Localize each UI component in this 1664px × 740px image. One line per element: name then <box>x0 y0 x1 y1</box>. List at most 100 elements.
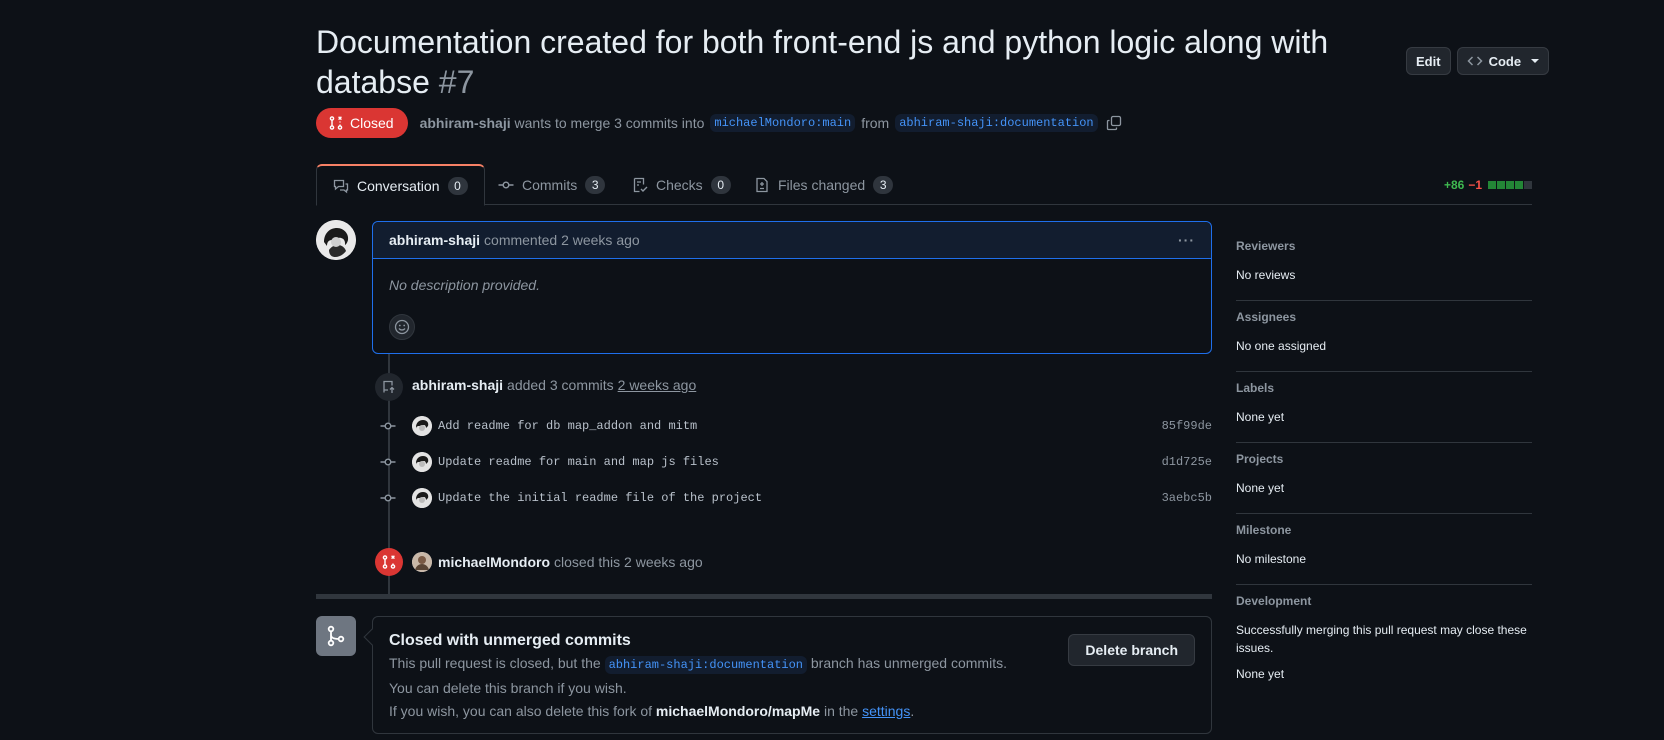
head-branch[interactable]: abhiram-shaji:documentation <box>895 114 1098 132</box>
tab-conversation[interactable]: Conversation 0 <box>316 164 485 206</box>
commit-row[interactable]: Add readme for db map_addon and mitm 85f… <box>378 414 1212 438</box>
sidebar-assignees: Assignees No one assigned <box>1236 301 1532 372</box>
sidebar-heading[interactable]: Projects <box>1236 452 1532 466</box>
sidebar-heading[interactable]: Reviewers <box>1236 239 1532 253</box>
merge-branch[interactable]: abhiram-shaji:documentation <box>604 656 807 674</box>
closed-event-text: closed this 2 weeks ago <box>554 554 703 570</box>
sidebar-value: None yet <box>1236 410 1285 424</box>
git-commit-icon <box>498 180 514 188</box>
git-commit-icon <box>378 418 398 434</box>
sidebar-projects: Projects None yet <box>1236 443 1532 514</box>
sidebar-reviewers: Reviewers No reviews <box>1236 230 1532 301</box>
base-branch[interactable]: michaelMondoro:main <box>710 114 856 132</box>
avatar[interactable] <box>412 488 432 508</box>
code-button[interactable]: Code <box>1456 47 1550 75</box>
sidebar-value: None yet <box>1236 481 1285 495</box>
diffstat-blocks <box>1488 181 1532 189</box>
comment-author[interactable]: abhiram-shaji <box>389 232 480 248</box>
copy-icon[interactable] <box>1106 115 1122 131</box>
edit-button[interactable]: Edit <box>1406 47 1451 75</box>
merge-text: wants to merge 3 commits into <box>514 115 705 131</box>
commit-sha[interactable]: d1d725e <box>1162 455 1212 469</box>
commit-row[interactable]: Update the initial readme file of the pr… <box>378 486 1212 510</box>
timeline-divider <box>316 594 1212 599</box>
delete-branch-button[interactable]: Delete branch <box>1068 634 1195 666</box>
avatar[interactable] <box>412 416 432 436</box>
tab-checks[interactable]: Checks 0 <box>616 164 747 205</box>
tab-files-changed[interactable]: Files changed 3 <box>738 164 909 205</box>
tab-checks-count: 0 <box>710 175 731 194</box>
commits-event-author[interactable]: abhiram-shaji <box>412 377 503 393</box>
commit-message[interactable]: Update the initial readme file of the pr… <box>438 491 762 505</box>
sidebar: Reviewers No reviews Assignees No one as… <box>1236 230 1532 699</box>
pr-number: #7 <box>438 64 475 100</box>
merge-box-pointer <box>363 628 381 646</box>
fork-repo-name: michaelMondoro/mapMe <box>655 703 821 719</box>
status-label: Closed <box>350 115 394 131</box>
commit-row[interactable]: Update readme for main and map js files … <box>378 450 1212 474</box>
sidebar-milestone: Milestone No milestone <box>1236 514 1532 585</box>
sidebar-value: No reviews <box>1236 268 1296 282</box>
git-branch-icon <box>316 616 356 656</box>
code-icon <box>1467 56 1483 66</box>
pr-tabs: Conversation 0 Commits 3 Checks 0 Files … <box>316 164 1532 206</box>
repo-push-icon <box>375 373 403 401</box>
commit-sha[interactable]: 3aebc5b <box>1162 491 1212 505</box>
merge-line2-end: . <box>910 703 915 719</box>
sidebar-heading[interactable]: Milestone <box>1236 523 1532 537</box>
closed-event: michaelMondoro closed this 2 weeks ago <box>412 552 703 572</box>
merge-line1-pre: This pull request is closed, but the <box>389 655 601 671</box>
sidebar-development: Development Successfully merging this pu… <box>1236 585 1532 699</box>
merge-line2-mid: in the <box>823 703 859 719</box>
sidebar-heading[interactable]: Assignees <box>1236 310 1532 324</box>
tab-commits[interactable]: Commits 3 <box>482 164 621 205</box>
author-link[interactable]: abhiram-shaji <box>420 115 511 131</box>
avatar[interactable] <box>316 220 356 260</box>
git-commit-icon <box>378 490 398 506</box>
sidebar-labels: Labels None yet <box>1236 372 1532 443</box>
diffstat-block <box>1506 181 1514 189</box>
checklist-icon <box>633 177 648 192</box>
pr-meta-text: abhiram-shaji wants to merge 3 commits i… <box>420 115 705 131</box>
diffstat-deletions: −1 <box>1468 178 1482 192</box>
code-button-label: Code <box>1488 53 1522 69</box>
kebab-horizontal-icon[interactable]: ··· <box>1178 232 1195 248</box>
comment-body: No description provided. <box>389 277 540 293</box>
from-text: from <box>861 115 890 131</box>
pr-meta: Closed abhiram-shaji wants to merge 3 co… <box>316 108 1122 138</box>
tab-conversation-count: 0 <box>447 176 468 195</box>
diffstat-block <box>1515 181 1523 189</box>
merge-status-box: Closed with unmerged commits This pull r… <box>363 616 1212 734</box>
avatar[interactable] <box>412 552 432 572</box>
diffstat-block <box>1497 181 1505 189</box>
merge-description: This pull request is closed, but the abh… <box>389 652 1029 723</box>
tab-conversation-label: Conversation <box>357 177 440 194</box>
commits-event-text: added 3 commits <box>507 377 614 393</box>
comment-header: abhiram-shaji commented 2 weeks ago ··· <box>373 222 1211 259</box>
file-diff-icon <box>756 177 768 192</box>
commit-sha[interactable]: 85f99de <box>1162 419 1212 433</box>
avatar[interactable] <box>412 452 432 472</box>
sidebar-value: No milestone <box>1236 552 1307 566</box>
commit-message[interactable]: Update readme for main and map js files <box>438 455 719 469</box>
comment-action: commented 2 weeks ago <box>484 232 640 248</box>
sidebar-value: Successfully merging this pull request m… <box>1236 623 1527 655</box>
pr-title: Documentation created for both front-end… <box>316 22 1366 102</box>
commits-added-event: abhiram-shaji added 3 commits 2 weeks ag… <box>412 377 696 393</box>
tab-commits-label: Commits <box>522 176 578 193</box>
git-commit-icon <box>378 454 398 470</box>
commits-event-time[interactable]: 2 weeks ago <box>618 377 697 393</box>
sidebar-value: No one assigned <box>1236 339 1327 353</box>
commit-message[interactable]: Add readme for db map_addon and mitm <box>438 419 697 433</box>
tab-commits-count: 3 <box>585 175 606 194</box>
sidebar-heading[interactable]: Labels <box>1236 381 1532 395</box>
chevron-down-icon <box>1531 59 1540 63</box>
sidebar-heading[interactable]: Development <box>1236 594 1532 608</box>
diffstat-additions: +86 <box>1443 178 1465 192</box>
diffstat: +86 −1 <box>1444 178 1532 192</box>
closed-event-author[interactable]: michaelMondoro <box>438 554 550 570</box>
settings-link[interactable]: settings <box>862 703 910 719</box>
add-reaction-button[interactable] <box>389 314 415 340</box>
comment-discussion-icon <box>333 179 349 193</box>
smiley-icon <box>394 319 410 335</box>
